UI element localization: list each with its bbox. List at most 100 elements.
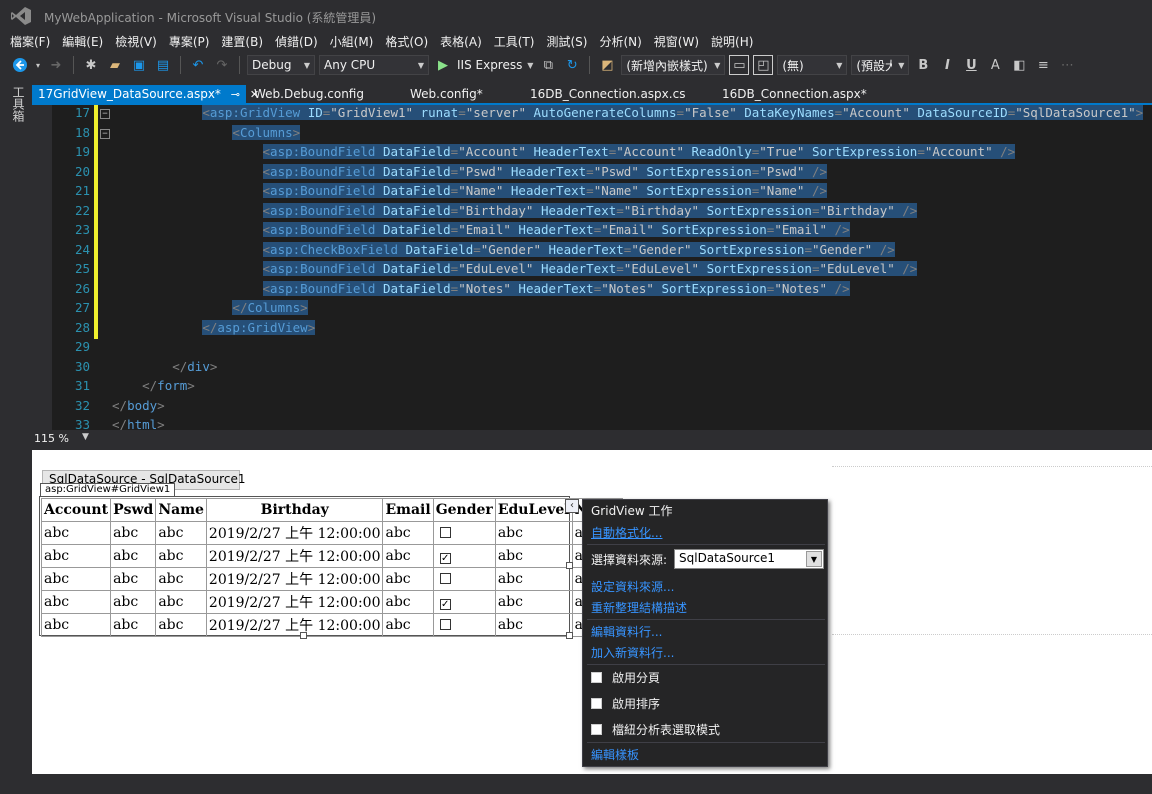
tab-17gridview-datasource[interactable]: 17GridView_DataSource.aspx* ⊸ ✕: [32, 85, 259, 105]
tab-web-debug-config[interactable]: Web.Debug.config: [248, 85, 370, 105]
collapse-icon[interactable]: −: [100, 109, 110, 119]
resize-handle[interactable]: [300, 632, 307, 639]
code-line[interactable]: 22 <asp:BoundField DataField="Birthday" …: [32, 202, 1152, 222]
edit-columns-link[interactable]: 編輯資料行...: [591, 623, 662, 640]
gridview-preview[interactable]: Account Pswd Name Birthday Email Gender …: [40, 498, 623, 637]
enable-sorting-option[interactable]: 啟用排序: [591, 695, 660, 712]
edit-templates-link[interactable]: 編輯樣板: [591, 746, 639, 763]
open-folder-icon[interactable]: ▰: [105, 55, 125, 75]
code-line[interactable]: 24 <asp:CheckBoxField DataField="Gender"…: [32, 241, 1152, 261]
back-icon[interactable]: [10, 55, 30, 75]
run-button-label[interactable]: IIS Express: [457, 58, 522, 72]
align-icon[interactable]: ≡: [1033, 55, 1053, 75]
code-line[interactable]: 27 </Columns>: [32, 300, 1152, 320]
code-editor[interactable]: 17− <asp:GridView ID="GridView1" runat="…: [32, 105, 1152, 430]
enable-selection-checkbox[interactable]: [591, 724, 602, 735]
panel-title: GridView 工作: [591, 504, 673, 518]
configure-data-source-link[interactable]: 設定資料來源...: [591, 578, 674, 595]
refresh-schema-link[interactable]: 重新整理結構描述: [591, 599, 687, 616]
column-header-name[interactable]: Name: [155, 498, 207, 522]
menu-project[interactable]: 專案(P): [163, 32, 216, 52]
menu-team[interactable]: 小組(M): [324, 32, 380, 52]
data-source-select[interactable]: SqlDataSource1 ▼: [674, 549, 824, 569]
code-line[interactable]: 23 <asp:BoundField DataField="Email" Hea…: [32, 222, 1152, 242]
chevron-down-icon[interactable]: ▼: [806, 551, 822, 567]
zoom-level[interactable]: 115 %: [34, 432, 69, 445]
collapse-icon[interactable]: −: [100, 128, 110, 139]
resize-handle[interactable]: [566, 562, 573, 569]
menu-file[interactable]: 檔案(F): [4, 32, 56, 52]
add-column-link[interactable]: 加入新資料行...: [591, 644, 674, 661]
refresh-icon[interactable]: ↻: [562, 55, 582, 75]
menu-format[interactable]: 格式(O): [379, 32, 434, 52]
chevron-down-icon[interactable]: ▾: [34, 55, 42, 75]
redo-icon[interactable]: ↷: [212, 55, 232, 75]
solution-config-select[interactable]: Debug ▼: [247, 55, 315, 75]
chevron-down-icon[interactable]: ▼: [526, 55, 534, 75]
menu-window[interactable]: 視窗(W): [648, 32, 705, 52]
code-line[interactable]: 28 </asp:GridView>: [32, 319, 1152, 339]
column-header-account[interactable]: Account: [40, 498, 112, 522]
menu-tools[interactable]: 工具(T): [488, 32, 541, 52]
column-header-gender[interactable]: Gender: [432, 498, 496, 522]
code-line[interactable]: 17− <asp:GridView ID="GridView1" runat="…: [32, 105, 1152, 125]
code-line[interactable]: 31 </form>: [32, 378, 1152, 398]
forward-icon[interactable]: ➜: [46, 55, 66, 75]
pin-icon[interactable]: ⊸: [231, 88, 240, 101]
target-rule-select[interactable]: (無) ▼: [777, 55, 848, 75]
column-header-birthday[interactable]: Birthday: [205, 498, 384, 522]
bold-icon[interactable]: B: [913, 55, 933, 75]
menu-debug[interactable]: 偵錯(D): [269, 32, 324, 52]
code-line[interactable]: 30 </div>: [32, 359, 1152, 379]
toolbox-tab[interactable]: 工具箱: [10, 86, 27, 122]
menu-view[interactable]: 檢視(V): [109, 32, 163, 52]
column-header-edulevel[interactable]: EduLevel: [494, 498, 573, 522]
undo-icon[interactable]: ↶: [188, 55, 208, 75]
toolbar-overflow-icon[interactable]: ⋯: [1057, 55, 1077, 75]
new-project-icon[interactable]: ✱: [81, 55, 101, 75]
tab-16db-connection-cs[interactable]: 16DB_Connection.aspx.cs: [524, 85, 691, 105]
italic-icon[interactable]: I: [937, 55, 957, 75]
code-line[interactable]: 26 <asp:BoundField DataField="Notes" Hea…: [32, 280, 1152, 300]
column-header-email[interactable]: Email: [382, 498, 434, 522]
code-line[interactable]: 19 <asp:BoundField DataField="Account" H…: [32, 144, 1152, 164]
code-line[interactable]: 25 <asp:BoundField DataField="EduLevel" …: [32, 261, 1152, 281]
save-icon[interactable]: ▣: [129, 55, 149, 75]
tab-web-config[interactable]: Web.config*: [404, 85, 489, 105]
chevron-down-icon[interactable]: ▼: [82, 432, 89, 442]
highlight-icon[interactable]: ◧: [1009, 55, 1029, 75]
tab-16db-connection-aspx[interactable]: 16DB_Connection.aspx*: [716, 85, 873, 105]
target-rule-icon[interactable]: ◰: [753, 55, 774, 75]
menu-test[interactable]: 測試(S): [540, 32, 593, 52]
menu-table[interactable]: 表格(A): [434, 32, 488, 52]
underline-icon[interactable]: U: [961, 55, 981, 75]
menu-analyze[interactable]: 分析(N): [593, 32, 647, 52]
font-color-icon[interactable]: A: [985, 55, 1005, 75]
show-overlay-icon[interactable]: ▭: [729, 55, 750, 75]
style-icon[interactable]: ◩: [597, 55, 617, 75]
menu-help[interactable]: 說明(H): [705, 32, 759, 52]
save-all-icon[interactable]: ▤: [153, 55, 173, 75]
code-line[interactable]: 33 </html>: [32, 417, 1152, 430]
code-line[interactable]: 18− <Columns>: [32, 124, 1152, 144]
smart-tag-chevron-icon[interactable]: ‹: [565, 499, 579, 513]
menu-build[interactable]: 建置(B): [215, 32, 269, 52]
auto-format-link[interactable]: 自動格式化...: [591, 524, 662, 541]
platform-select[interactable]: Any CPU ▼: [319, 55, 429, 75]
resize-handle[interactable]: [566, 632, 573, 639]
browser-link-icon[interactable]: ⧉: [538, 55, 558, 75]
enable-paging-checkbox[interactable]: [591, 672, 602, 683]
code-line[interactable]: 20 <asp:BoundField DataField="Pswd" Head…: [32, 163, 1152, 183]
enable-sorting-checkbox[interactable]: [591, 698, 602, 709]
code-line[interactable]: 29: [32, 339, 1152, 359]
enable-paging-option[interactable]: 啟用分頁: [591, 669, 660, 686]
column-header-pswd[interactable]: Pswd: [110, 498, 157, 522]
font-size-select[interactable]: (預設大小) ▼: [851, 55, 910, 75]
code-line[interactable]: 32 </body>: [32, 398, 1152, 418]
block-format-select[interactable]: (新增內嵌樣式) ▼: [621, 55, 726, 75]
code-line[interactable]: 21 <asp:BoundField DataField="Name" Head…: [32, 183, 1152, 203]
enable-selection-option[interactable]: 檔紐分析表選取模式: [591, 721, 720, 738]
menu-edit[interactable]: 編輯(E): [56, 32, 109, 52]
gridview-tag-label[interactable]: asp:GridView#GridView1: [40, 483, 176, 497]
play-icon[interactable]: ▶: [433, 55, 453, 75]
